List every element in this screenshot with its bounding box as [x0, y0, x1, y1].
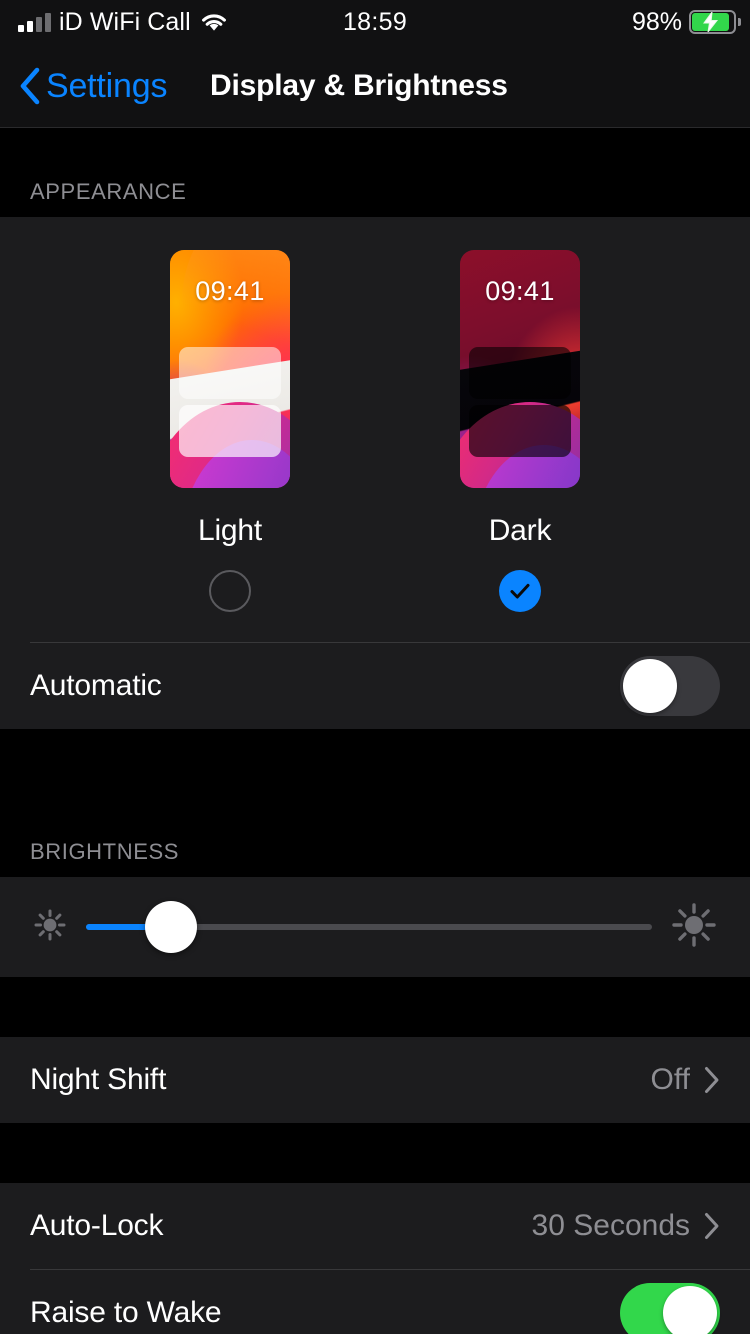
- display-options-group: Auto-Lock 30 Seconds Raise to Wake: [0, 1183, 750, 1334]
- dark-preview-time: 09:41: [485, 276, 555, 306]
- brightness-slider-thumb[interactable]: [144, 901, 197, 953]
- light-preview-card: [179, 347, 281, 399]
- brightness-group: [0, 877, 750, 977]
- display-brightness-screen: iD WiFi Call 18:59 98% Settings Display …: [0, 0, 750, 1334]
- chevron-left-icon: [18, 67, 40, 105]
- checkmark-icon: [508, 579, 532, 603]
- section-gap: [0, 729, 750, 789]
- brightness-slider-row[interactable]: [0, 877, 750, 977]
- chevron-right-icon: [704, 1066, 720, 1094]
- navigation-bar: Settings Display & Brightness: [0, 44, 750, 128]
- settings-content: APPEARANCE 09:41 Light 09:41 Dark Automa…: [0, 129, 750, 1334]
- night-shift-group: Night Shift Off: [0, 1037, 750, 1123]
- dark-preview-card: [469, 347, 571, 399]
- section-gap: [0, 977, 750, 1037]
- dark-preview-thumbnail[interactable]: 09:41: [460, 250, 580, 488]
- appearance-section-header: APPEARANCE: [30, 179, 187, 204]
- night-shift-row[interactable]: Night Shift Off: [0, 1037, 750, 1123]
- light-preview-card: [179, 405, 281, 457]
- auto-lock-label: Auto-Lock: [30, 1209, 164, 1242]
- back-button[interactable]: Settings: [18, 44, 167, 128]
- appearance-option-dark[interactable]: 09:41 Dark: [448, 250, 593, 612]
- night-shift-value: Off: [650, 1063, 690, 1096]
- dark-radio-button[interactable]: [499, 570, 541, 612]
- light-preview-time: 09:41: [195, 276, 265, 306]
- brightness-section-header: BRIGHTNESS: [30, 839, 180, 864]
- dark-option-label: Dark: [488, 514, 552, 547]
- chevron-right-icon: [704, 1212, 720, 1240]
- sun-max-icon: [666, 897, 722, 958]
- back-button-label: Settings: [46, 66, 168, 105]
- brightness-track[interactable]: [86, 897, 652, 957]
- automatic-row[interactable]: Automatic: [0, 643, 750, 729]
- appearance-option-light[interactable]: 09:41 Light: [158, 250, 303, 612]
- automatic-toggle[interactable]: [620, 656, 720, 716]
- raise-to-wake-toggle[interactable]: [620, 1283, 720, 1334]
- section-gap: [0, 1123, 750, 1183]
- raise-to-wake-row[interactable]: Raise to Wake: [0, 1270, 750, 1334]
- dark-preview-card: [469, 405, 571, 457]
- appearance-group: 09:41 Light 09:41 Dark Automatic: [0, 217, 750, 729]
- automatic-label: Automatic: [30, 669, 162, 702]
- page-title: Display & Brightness: [210, 69, 508, 102]
- sun-min-icon: [28, 903, 72, 952]
- light-radio-button[interactable]: [209, 570, 251, 612]
- auto-lock-row[interactable]: Auto-Lock 30 Seconds: [0, 1183, 750, 1269]
- appearance-previews: 09:41 Light 09:41 Dark: [0, 250, 750, 612]
- battery-charging-icon: [689, 10, 741, 34]
- auto-lock-value: 30 Seconds: [531, 1209, 690, 1242]
- raise-to-wake-label: Raise to Wake: [30, 1296, 222, 1329]
- night-shift-label: Night Shift: [30, 1063, 167, 1096]
- light-preview-thumbnail[interactable]: 09:41: [170, 250, 290, 488]
- light-option-label: Light: [197, 514, 263, 547]
- status-bar: iD WiFi Call 18:59 98%: [0, 0, 750, 44]
- status-bar-right: 98%: [631, 0, 741, 44]
- battery-percent-label: 98%: [631, 7, 682, 36]
